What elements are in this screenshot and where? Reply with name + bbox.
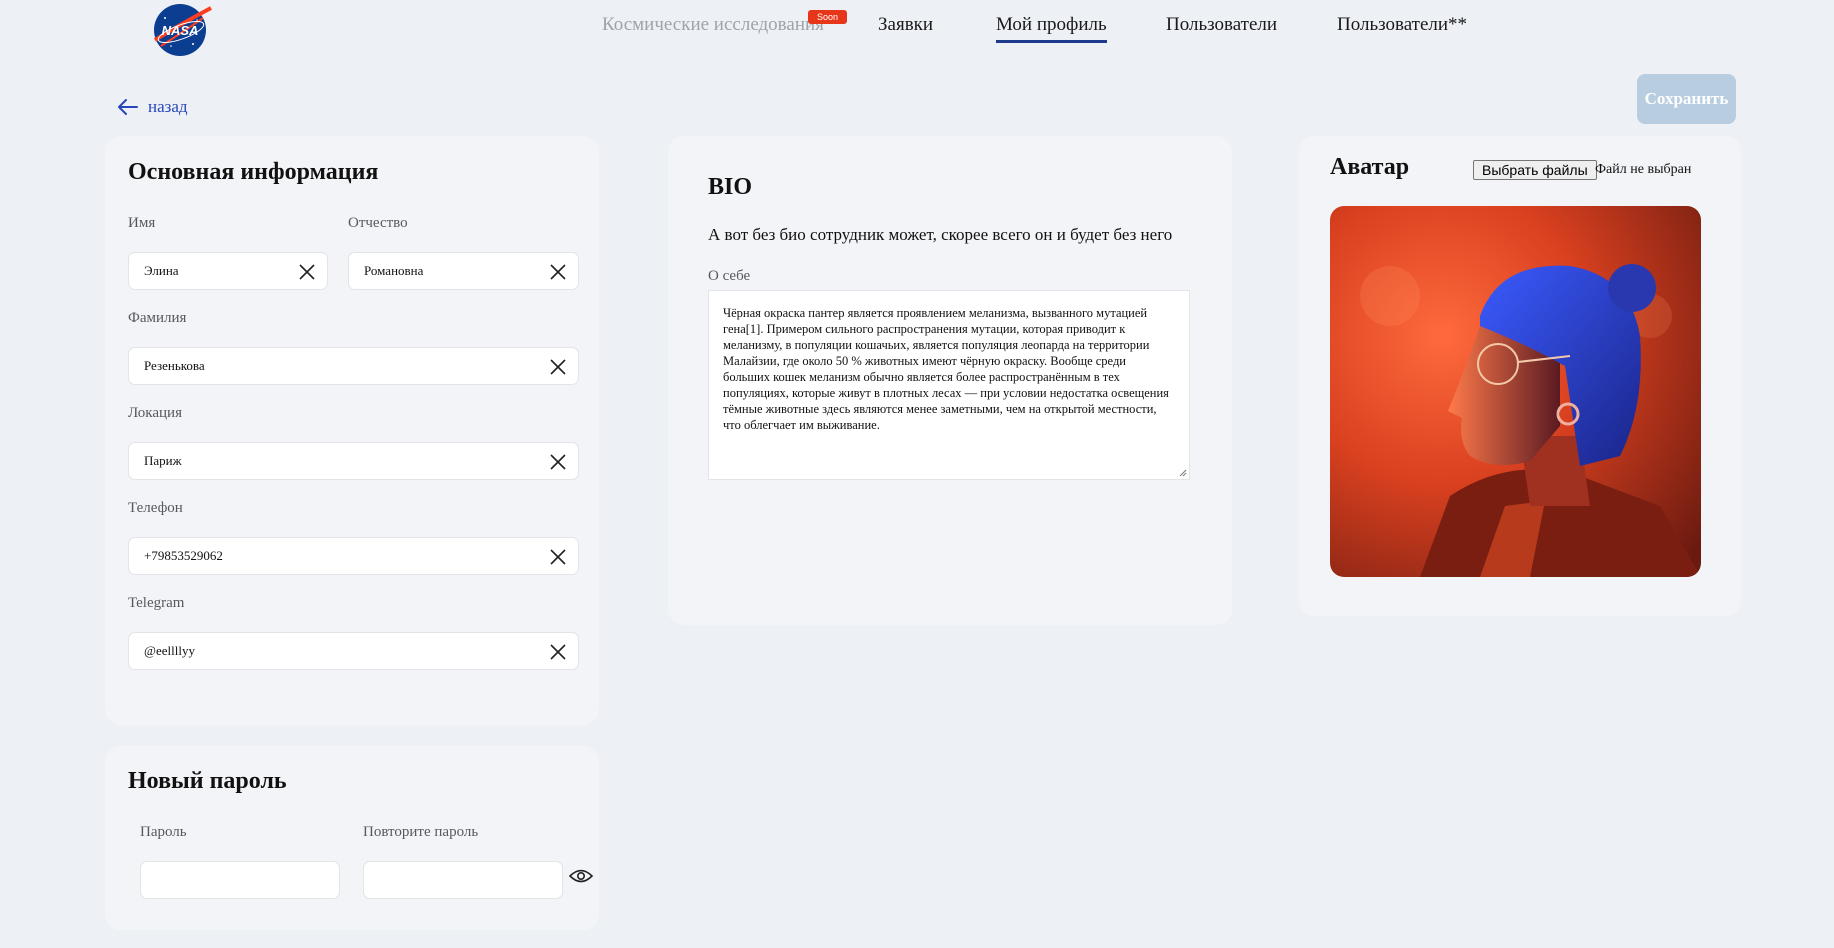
location-value: Париж bbox=[144, 453, 182, 468]
clear-icon[interactable] bbox=[297, 262, 317, 282]
nav-item-requests[interactable]: Заявки bbox=[878, 14, 933, 36]
clear-icon[interactable] bbox=[548, 357, 568, 377]
last-name-field[interactable]: Резенькова bbox=[128, 347, 579, 385]
last-name-label: Фамилия bbox=[128, 310, 187, 326]
phone-field[interactable]: +79853529062 bbox=[128, 537, 579, 575]
top-navigation: Космические исследования Soon Заявки Мой… bbox=[0, 0, 1834, 60]
password-label: Пароль bbox=[140, 824, 187, 840]
new-password-card: Новый пароль Пароль Повторите пароль bbox=[105, 746, 599, 930]
file-status-text: Файл не выбран bbox=[1595, 162, 1692, 177]
clear-icon[interactable] bbox=[548, 262, 568, 282]
main-info-card: Основная информация Имя Элина Отчество Р… bbox=[105, 136, 599, 725]
last-name-value: Резенькова bbox=[144, 358, 205, 373]
repeat-password-label: Повторите пароль bbox=[363, 824, 479, 840]
first-name-value: Элина bbox=[144, 263, 179, 278]
patronymic-label: Отчество bbox=[348, 215, 408, 231]
resize-handle-icon[interactable] bbox=[1179, 469, 1187, 477]
password-input[interactable] bbox=[140, 861, 340, 899]
phone-label: Телефон bbox=[128, 500, 183, 516]
nav-item-my-profile[interactable]: Мой профиль bbox=[996, 14, 1107, 43]
first-name-label: Имя bbox=[128, 215, 156, 231]
location-field[interactable]: Париж bbox=[128, 442, 579, 480]
back-label: назад bbox=[148, 97, 188, 116]
about-text: Чёрная окраска пантер является проявлени… bbox=[723, 306, 1169, 432]
repeat-password-input[interactable] bbox=[363, 861, 563, 899]
first-name-field[interactable]: Элина bbox=[128, 252, 328, 290]
eye-icon[interactable] bbox=[569, 868, 593, 884]
soon-badge: Soon bbox=[808, 10, 848, 24]
new-password-title: Новый пароль bbox=[128, 768, 287, 794]
avatar-title: Аватар bbox=[1330, 154, 1410, 180]
telegram-label: Telegram bbox=[128, 595, 185, 611]
clear-icon[interactable] bbox=[548, 547, 568, 567]
patronymic-field[interactable]: Романовна bbox=[348, 252, 579, 290]
bio-card: BIO А вот без био сотрудник может, скоре… bbox=[668, 136, 1232, 625]
nav-item-users[interactable]: Пользователи bbox=[1166, 14, 1277, 36]
avatar-card: Аватар Выбрать файлы Файл не выбран bbox=[1299, 136, 1741, 616]
clear-icon[interactable] bbox=[548, 642, 568, 662]
about-label: О себе bbox=[708, 268, 751, 284]
location-label: Локация bbox=[128, 405, 182, 421]
choose-files-button[interactable]: Выбрать файлы bbox=[1473, 160, 1597, 180]
patronymic-value: Романовна bbox=[364, 263, 424, 278]
back-link[interactable]: назад bbox=[118, 97, 188, 117]
back-arrow-icon bbox=[118, 99, 138, 115]
nav-item-users-alt[interactable]: Пользователи** bbox=[1337, 14, 1467, 36]
clear-icon[interactable] bbox=[548, 452, 568, 472]
bio-subtitle: А вот без био сотрудник может, скорее вс… bbox=[708, 225, 1173, 244]
telegram-value: @eellllyy bbox=[144, 643, 195, 658]
about-textarea[interactable]: Чёрная окраска пантер является проявлени… bbox=[708, 290, 1190, 480]
phone-value: +79853529062 bbox=[144, 548, 223, 563]
bio-title: BIO bbox=[708, 174, 753, 200]
telegram-field[interactable]: @eellllyy bbox=[128, 632, 579, 670]
save-button[interactable]: Сохранить bbox=[1637, 74, 1736, 124]
nav-item-space-research[interactable]: Космические исследования bbox=[602, 14, 824, 36]
avatar-image bbox=[1330, 206, 1701, 577]
main-info-title: Основная информация bbox=[128, 159, 379, 185]
